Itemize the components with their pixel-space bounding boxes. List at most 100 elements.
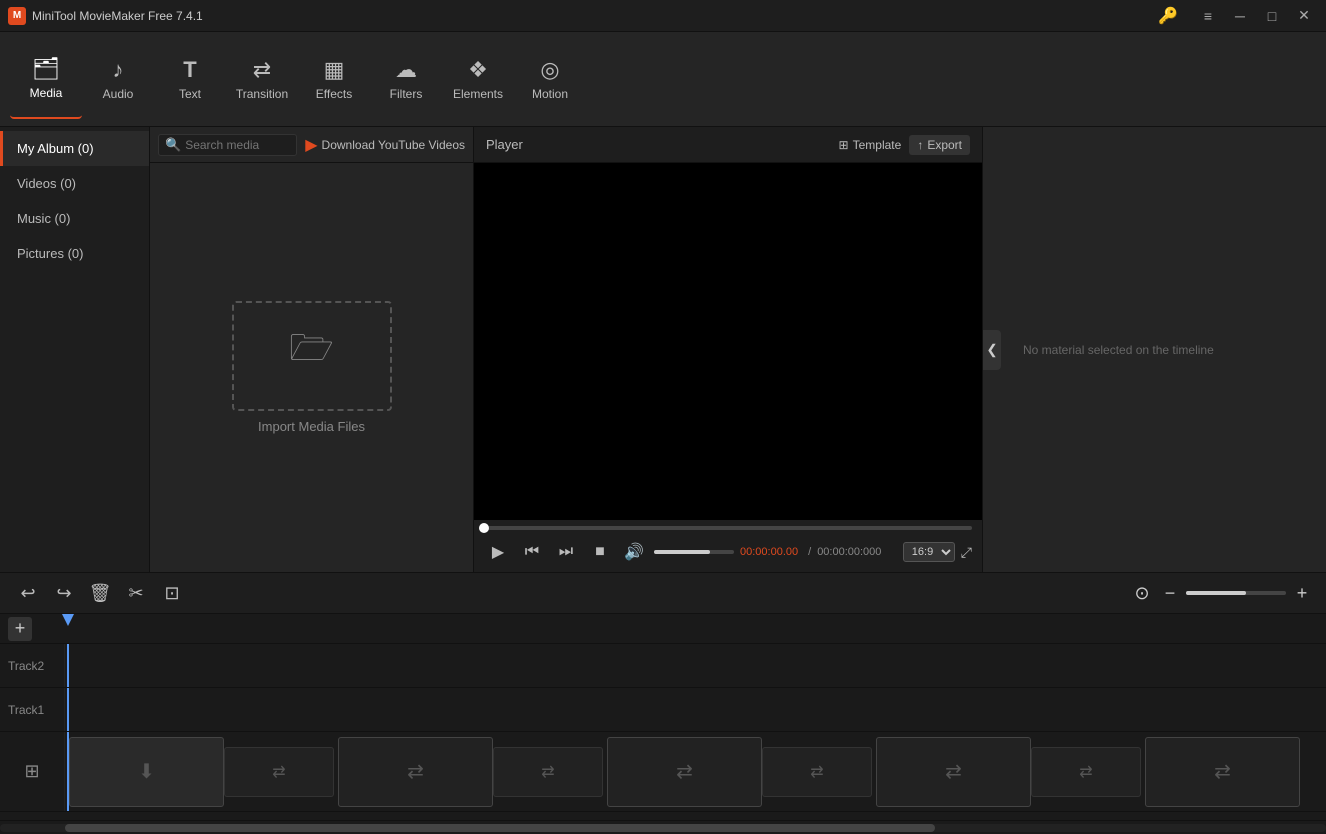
track-2: Track2 [0,644,1326,688]
media-content: 🗁 Import Media Files [150,163,473,572]
tab-filters[interactable]: ☁ Filters [370,39,442,119]
tab-elements[interactable]: ❖ Elements [442,39,514,119]
sidebar-item-pictures[interactable]: Pictures (0) [0,236,149,271]
cursor-head [62,614,74,626]
cut-button[interactable]: ✂ [120,577,152,609]
menu-button[interactable]: ≡ [1194,6,1222,26]
sidebar-item-my-album-label: My Album (0) [17,141,94,156]
minimize-button[interactable]: ─ [1226,6,1254,26]
aspect-ratio-select[interactable]: 16:9 4:3 1:1 9:16 [903,542,955,562]
tab-elements-label: Elements [453,87,503,101]
volume-slider[interactable] [654,550,734,554]
prev-frame-button[interactable]: ⏮ [518,538,546,566]
crop-button[interactable]: ⊡ [156,577,188,609]
search-box[interactable]: 🔍 [158,134,297,156]
import-media-box[interactable]: 🗁 [232,301,392,411]
app-icon: M [8,7,26,25]
sidebar-item-videos[interactable]: Videos (0) [0,166,149,201]
sidebar-item-pictures-label: Pictures (0) [17,246,83,261]
transition-block-3[interactable]: ⇄ [762,747,872,797]
export-label: Export [927,138,962,152]
zoom-slider[interactable] [1186,591,1286,595]
audio-icon: ♪ [113,57,124,83]
time-current: 00:00:00.00 [740,546,798,558]
track-1-content[interactable] [65,688,1326,731]
main-track-icon: ⊞ [0,732,65,811]
video-area [474,163,982,520]
clip-2-icon: ⇄ [407,759,424,784]
progress-bar[interactable] [484,526,972,530]
zoom-plus-button[interactable]: + [1290,581,1314,605]
zoom-fill [1186,591,1246,595]
delete-button[interactable]: 🗑 [84,577,116,609]
tab-motion[interactable]: ◎ Motion [514,39,586,119]
import-media-label: Import Media Files [258,419,365,434]
folder-icon: 🗁 [289,322,334,383]
volume-button[interactable]: 🔊 [620,538,648,566]
player: Player ⊞ Template ↑ Export ▶ ⏮ ⏭ [473,127,983,572]
transition-4-icon: ⇄ [1079,762,1092,782]
tab-filters-label: Filters [390,87,423,101]
tab-transition-label: Transition [236,87,288,101]
add-track-button[interactable]: + [8,617,32,641]
fullscreen-button[interactable]: ⤢ [961,544,972,561]
clip-3-icon: ⇄ [676,759,693,784]
tab-text[interactable]: T Text [154,39,226,119]
collapse-button[interactable]: ❮ [983,330,1001,370]
tab-media[interactable]: 🗂 Media [10,39,82,119]
stop-button[interactable]: ■ [586,538,614,566]
clip-block-5[interactable]: ⇄ [1145,737,1300,807]
export-icon: ↑ [917,138,923,152]
filters-icon: ☁ [395,57,417,83]
youtube-download-label: Download YouTube Videos [322,138,465,152]
progress-thumb [479,523,489,533]
zoom-minus-button[interactable]: − [1158,581,1182,605]
transition-2-icon: ⇄ [541,762,554,782]
scrollbar-thumb[interactable] [65,824,935,832]
clip-block-2[interactable]: ⇄ [338,737,493,807]
track-1: Track1 [0,688,1326,732]
tab-effects[interactable]: ▦ Effects [298,39,370,119]
elements-icon: ❖ [468,57,488,83]
transition-icon: ⇄ [253,57,271,83]
sidebar-item-my-album[interactable]: My Album (0) [0,131,149,166]
scrollbar-track[interactable] [0,824,1326,832]
search-input[interactable] [185,138,290,152]
tab-audio[interactable]: ♪ Audio [82,39,154,119]
export-button[interactable]: ↑ Export [909,135,970,155]
close-button[interactable]: ✕ [1290,6,1318,26]
track-2-content[interactable] [65,644,1326,687]
tab-transition[interactable]: ⇄ Transition [226,39,298,119]
tab-text-label: Text [179,87,201,101]
sidebar-item-music[interactable]: Music (0) [0,201,149,236]
text-icon: T [183,57,196,83]
maximize-button[interactable]: □ [1258,6,1286,26]
template-button[interactable]: ⊞ Template [839,135,902,155]
time-total: 00:00:00:000 [817,546,881,558]
main-track-content[interactable]: ⬇ ⇄ ⇄ ⇄ ⇄ ⇄ ⇄ [65,732,1326,811]
transition-3-icon: ⇄ [810,762,823,782]
track-2-label: Track2 [0,644,65,687]
template-label: Template [853,138,902,152]
main-area: My Album (0) Videos (0) Music (0) Pictur… [0,127,1326,572]
youtube-download-button[interactable]: ▶ Download YouTube Videos [305,135,465,155]
undo-button[interactable]: ↩ [12,577,44,609]
timeline-tracks: Track2 Track1 ⊞ ⬇ [0,644,1326,820]
sidebar-item-music-label: Music (0) [17,211,70,226]
media-toolbar: 🔍 ▶ Download YouTube Videos [150,127,473,163]
edit-buttons: ↩ ↪ 🗑 ✂ ⊡ [12,577,188,609]
clip-block-3[interactable]: ⇄ [607,737,762,807]
transition-block-4[interactable]: ⇄ [1031,747,1141,797]
key-icon[interactable]: 🔑 [1158,6,1178,26]
right-panel: ❮ No material selected on the timeline [983,127,1326,572]
clip-block-1[interactable]: ⬇ [69,737,224,807]
redo-button[interactable]: ↪ [48,577,80,609]
next-frame-button[interactable]: ⏭ [552,538,580,566]
transition-block-1[interactable]: ⇄ [224,747,334,797]
timeline-scrollbar [0,820,1326,834]
zoom-out-button[interactable]: ⊙ [1130,581,1154,605]
play-button[interactable]: ▶ [484,538,512,566]
transition-block-2[interactable]: ⇄ [493,747,603,797]
template-icon: ⊞ [839,138,849,152]
clip-block-4[interactable]: ⇄ [876,737,1031,807]
